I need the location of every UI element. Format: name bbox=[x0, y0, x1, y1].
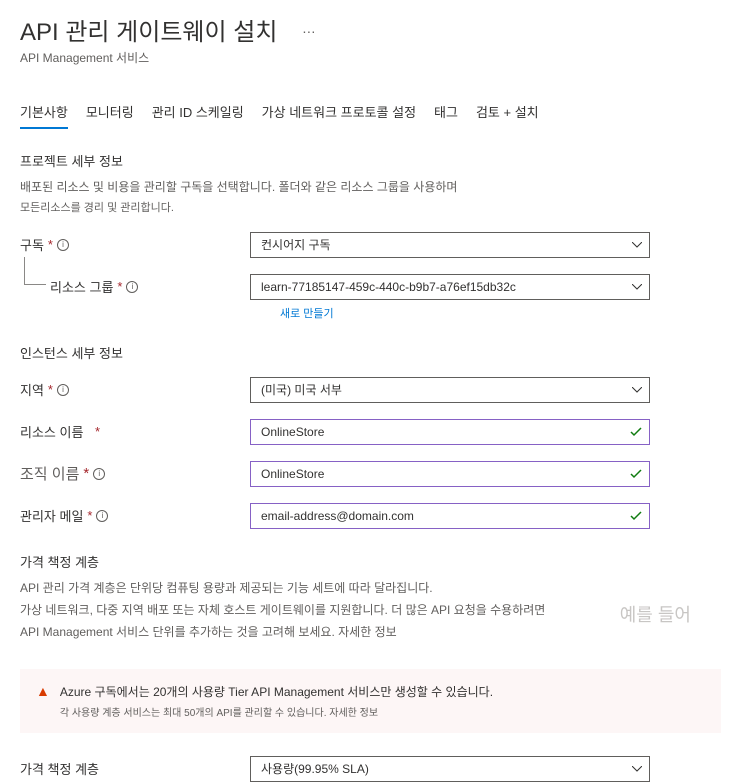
resource-name-input[interactable]: OnlineStore bbox=[250, 419, 650, 445]
region-label: 지역 * i bbox=[20, 380, 250, 399]
resource-group-label-text: 리소스 그룹 bbox=[50, 277, 113, 296]
more-actions[interactable]: … bbox=[302, 20, 316, 36]
warning-icon: ▲ bbox=[36, 683, 50, 699]
org-name-label-text: 조직 이름 bbox=[20, 463, 79, 484]
project-details-title: 프로젝트 세부 정보 bbox=[20, 151, 721, 170]
admin-email-value: email-address@domain.com bbox=[261, 509, 414, 523]
required-asterisk: * bbox=[83, 465, 89, 482]
pricing-tier-label: 가격 책정 계층 bbox=[20, 759, 250, 778]
tab-monitoring[interactable]: 모니터링 bbox=[86, 96, 134, 129]
org-name-input[interactable]: OnlineStore bbox=[250, 461, 650, 487]
info-icon[interactable]: i bbox=[93, 468, 105, 480]
resource-name-label: 리소스 이름 * bbox=[20, 422, 250, 441]
tab-tags[interactable]: 태그 bbox=[434, 96, 458, 129]
page-title: API 관리 게이트웨이 설치 bbox=[20, 12, 277, 47]
required-asterisk: * bbox=[87, 508, 92, 523]
resource-group-select[interactable]: learn-77185147-459c-440c-b9b7-a76ef15db3… bbox=[250, 274, 650, 300]
project-details-desc: 배포된 리소스 및 비용을 관리할 구독을 선택합니다. 폴더와 같은 리소스 … bbox=[20, 178, 721, 196]
subscription-select[interactable]: 컨시어지 구독 bbox=[250, 232, 650, 258]
org-name-label: 조직 이름 * i bbox=[20, 463, 250, 484]
pricing-desc-1: API 관리 가격 계층은 단위당 컴퓨팅 용량과 제공되는 기능 세트에 따라… bbox=[20, 579, 721, 597]
subscription-label-text: 구독 bbox=[20, 235, 44, 254]
tab-bar: 기본사항 모니터링 관리 ID 스케일링 가상 네트워크 프로토콜 설정 태그 … bbox=[20, 96, 721, 129]
region-label-text: 지역 bbox=[20, 380, 44, 399]
subscription-label: 구독 * i bbox=[20, 235, 250, 254]
watermark-text: 예를 들어 bbox=[620, 601, 691, 627]
info-icon[interactable]: i bbox=[57, 239, 69, 251]
pricing-tier-label-text: 가격 책정 계층 bbox=[20, 759, 99, 778]
admin-email-label: 관리자 메일 * i bbox=[20, 506, 250, 525]
resource-name-value: OnlineStore bbox=[261, 425, 324, 439]
warning-title: Azure 구독에서는 20개의 사용량 Tier API Management… bbox=[60, 683, 493, 700]
region-select[interactable]: (미국) 미국 서부 bbox=[250, 377, 650, 403]
pricing-desc-2: 가상 네트워크, 다중 지역 배포 또는 자체 호스트 게이트웨이를 지원합니다… bbox=[20, 601, 721, 619]
create-new-link[interactable]: 새로 만들기 bbox=[280, 305, 721, 321]
region-value: (미국) 미국 서부 bbox=[261, 381, 342, 398]
page-subtitle: API Management 서비스 bbox=[20, 49, 721, 66]
tab-managed-id[interactable]: 관리 ID 스케일링 bbox=[152, 96, 244, 129]
resource-group-label: 리소스 그룹 * i bbox=[50, 277, 250, 296]
instance-details-title: 인스턴스 세부 정보 bbox=[20, 343, 721, 362]
resource-group-value: learn-77185147-459c-440c-b9b7-a76ef15db3… bbox=[261, 280, 516, 294]
warning-box: ▲ Azure 구독에서는 20개의 사용량 Tier API Manageme… bbox=[20, 669, 721, 733]
tab-basic[interactable]: 기본사항 bbox=[20, 96, 68, 129]
info-icon[interactable]: i bbox=[96, 510, 108, 522]
required-asterisk: * bbox=[48, 382, 53, 397]
pricing-desc-3: API Management 서비스 단위를 추가하는 것을 고려해 보세요. … bbox=[20, 623, 721, 641]
info-icon[interactable]: i bbox=[126, 281, 138, 293]
required-asterisk: * bbox=[95, 424, 100, 439]
info-icon[interactable]: i bbox=[57, 384, 69, 396]
admin-email-label-text: 관리자 메일 bbox=[20, 506, 83, 525]
org-name-value: OnlineStore bbox=[261, 467, 324, 481]
required-asterisk: * bbox=[48, 237, 53, 252]
indent-line bbox=[24, 257, 46, 285]
subscription-value: 컨시어지 구독 bbox=[261, 236, 331, 253]
admin-email-input[interactable]: email-address@domain.com bbox=[250, 503, 650, 529]
pricing-title: 가격 책정 계층 bbox=[20, 552, 721, 571]
required-asterisk: * bbox=[117, 279, 122, 294]
tab-review[interactable]: 검토 + 설치 bbox=[476, 96, 539, 129]
pricing-tier-value: 사용량(99.95% SLA) bbox=[261, 760, 369, 777]
tab-vnet[interactable]: 가상 네트워크 프로토콜 설정 bbox=[262, 96, 416, 129]
resource-name-label-text: 리소스 이름 bbox=[20, 422, 83, 441]
project-details-desc-small: 모든리소스를 경리 및 관리합니다. bbox=[20, 200, 721, 217]
pricing-tier-select[interactable]: 사용량(99.95% SLA) bbox=[250, 756, 650, 782]
warning-subtitle: 각 사용량 계층 서비스는 최대 50개의 API를 관리할 수 있습니다. 자… bbox=[60, 704, 493, 719]
